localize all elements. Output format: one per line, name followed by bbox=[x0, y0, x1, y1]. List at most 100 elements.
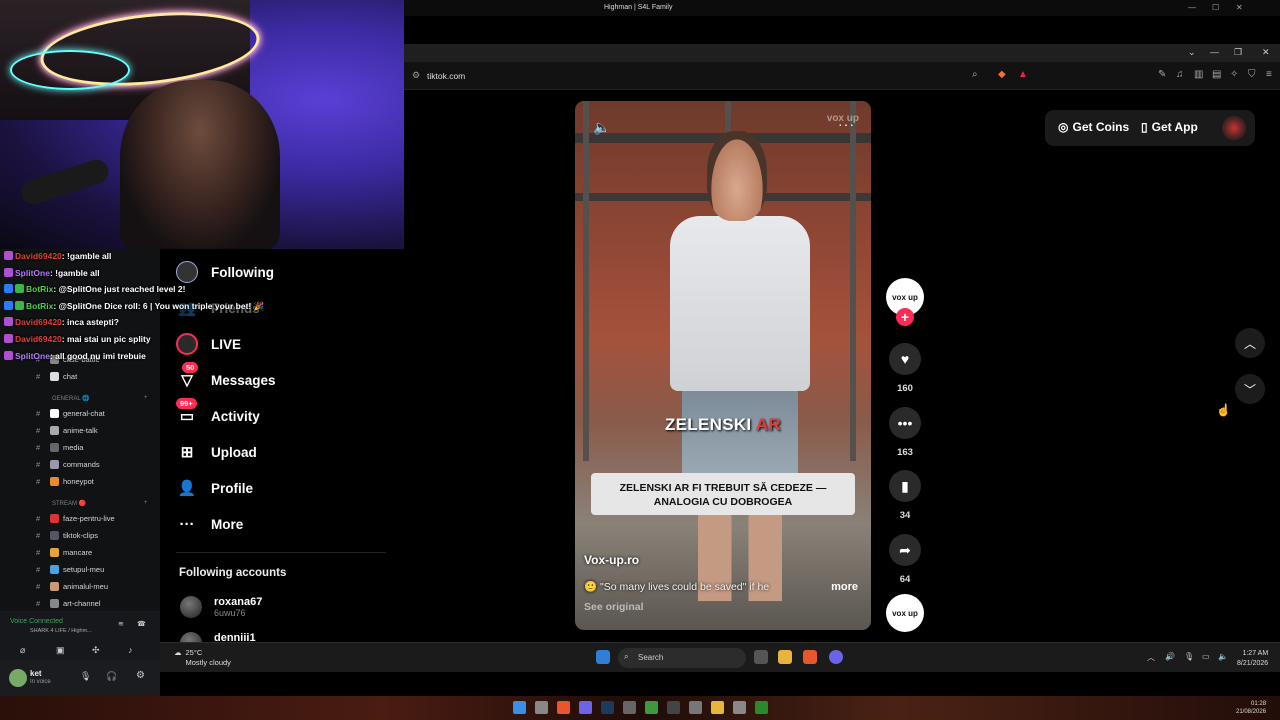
sidebar-icon[interactable]: ▥ bbox=[1194, 69, 1203, 80]
windows-start-icon[interactable] bbox=[513, 701, 526, 714]
profile-avatar[interactable] bbox=[1222, 116, 1246, 140]
file-explorer-icon[interactable] bbox=[711, 701, 724, 714]
following-account[interactable]: roxana67 6uwu76 bbox=[180, 596, 262, 618]
minimize-icon[interactable]: — bbox=[1210, 47, 1219, 57]
following-account[interactable]: denniii1 bbox=[180, 632, 256, 642]
screen-share-icon[interactable]: ▣ bbox=[56, 645, 65, 656]
discord-icon[interactable] bbox=[829, 650, 843, 664]
xbox-icon[interactable] bbox=[755, 701, 768, 714]
microphone-icon[interactable]: 🎙 bbox=[80, 671, 91, 682]
channel-animalul-meu[interactable]: # animalul-meu bbox=[36, 582, 108, 591]
share-arrow-icon[interactable]: ➦ bbox=[889, 534, 921, 566]
nav-more[interactable]: ··· More bbox=[176, 513, 244, 535]
brave-browser-icon[interactable] bbox=[803, 650, 817, 664]
nav-messages[interactable]: ▽ 50 Messages bbox=[176, 362, 276, 391]
network-icon[interactable]: ▭ bbox=[1202, 652, 1210, 661]
close-icon[interactable]: ✕ bbox=[1236, 3, 1243, 12]
clock[interactable]: 1:27 AM 8/21/2026 bbox=[1237, 649, 1268, 669]
get-app-button[interactable]: ▯ Get App bbox=[1141, 120, 1198, 134]
like-heart-icon[interactable]: ♥ bbox=[889, 343, 921, 375]
brave-shield-icon[interactable]: ◆ bbox=[998, 69, 1006, 80]
maximize-icon[interactable]: ☐ bbox=[1212, 3, 1219, 12]
speaker-icon[interactable]: 🔊 bbox=[1165, 652, 1175, 661]
video-author[interactable]: Vox-up.ro bbox=[584, 553, 639, 567]
get-coins-button[interactable]: ◎ Get Coins bbox=[1058, 120, 1129, 134]
settings-icon[interactable] bbox=[733, 701, 746, 714]
zoom-icon[interactable]: ⌕ bbox=[972, 69, 978, 80]
url-text[interactable]: tiktok.com bbox=[427, 71, 465, 81]
volume-icon[interactable]: 🔈 bbox=[1218, 652, 1228, 661]
channel-commands[interactable]: # commands bbox=[36, 460, 100, 469]
video-overlay-title: ZELENSKI AR bbox=[664, 415, 782, 434]
clock[interactable]: 01:28 21/08/2026 bbox=[1236, 700, 1266, 716]
nav-upload[interactable]: ⊞ Upload bbox=[176, 441, 257, 463]
windows-start-icon[interactable] bbox=[596, 650, 610, 664]
no-camera-icon[interactable]: ⌀ bbox=[20, 645, 25, 656]
category-stream[interactable]: STREAM 🔴 + bbox=[52, 500, 148, 507]
waveform-icon[interactable]: ≋ bbox=[118, 620, 124, 628]
channel-media[interactable]: # media bbox=[36, 443, 83, 452]
address-bar[interactable]: ⚙ tiktok.com ⌕ ◆ ▲ ✎ ♫ ▥ ▤ ✧ ⛉ ≡ bbox=[404, 62, 1280, 90]
next-video-chevron-down-icon[interactable]: ﹀ bbox=[1235, 374, 1265, 404]
channel-chat[interactable]: # chat bbox=[36, 372, 77, 381]
minecraft-icon[interactable] bbox=[645, 701, 658, 714]
channel-art-channel[interactable]: # art-channel bbox=[36, 599, 101, 608]
site-settings-icon[interactable]: ⚙ bbox=[412, 70, 420, 81]
nav-activity[interactable]: ▭ 99+ Activity bbox=[176, 398, 260, 427]
brave-rewards-icon[interactable]: ▲ bbox=[1018, 69, 1028, 80]
close-icon[interactable]: ✕ bbox=[1262, 47, 1270, 58]
share-count: 64 bbox=[899, 574, 911, 585]
app-icon[interactable] bbox=[623, 701, 636, 714]
menu-icon[interactable]: ≡ bbox=[1266, 69, 1272, 80]
channel-setupul-meu[interactable]: # setupul-meu bbox=[36, 565, 104, 574]
tray-chevron-up-icon[interactable]: ︿ bbox=[1147, 652, 1155, 663]
channel-honeypot[interactable]: # honeypot bbox=[36, 477, 94, 486]
file-explorer-icon[interactable] bbox=[778, 650, 792, 664]
more-link[interactable]: more bbox=[831, 581, 858, 593]
headphones-icon[interactable]: 🎧 bbox=[106, 671, 117, 682]
channel-mancare[interactable]: # mancare bbox=[36, 548, 92, 557]
category-general[interactable]: GENERAL 🌐 + bbox=[52, 395, 148, 402]
nav-profile[interactable]: 👤 Profile bbox=[176, 477, 253, 499]
media-icon[interactable]: ♫ bbox=[1176, 69, 1184, 80]
steam-icon[interactable] bbox=[601, 701, 614, 714]
channel-anime-talk[interactable]: # anime-talk bbox=[36, 426, 98, 435]
brave-browser-icon[interactable] bbox=[557, 701, 570, 714]
channel-general-chat[interactable]: # general-chat bbox=[36, 409, 105, 418]
avatar[interactable] bbox=[9, 669, 27, 687]
screen: Highman | S4L Family — ☐ ✕ # case-battle … bbox=[0, 0, 1280, 720]
app-icon[interactable] bbox=[689, 701, 702, 714]
video-player[interactable]: 🔈 vox up ··· ZELENSKI AR ZELENSKI AR FI … bbox=[575, 101, 871, 630]
chevron-down-icon[interactable]: ⌄ bbox=[1188, 47, 1196, 58]
task-view-icon[interactable] bbox=[754, 650, 768, 664]
more-options-icon[interactable]: ··· bbox=[838, 116, 855, 132]
wallet-icon[interactable]: ▤ bbox=[1212, 69, 1221, 80]
settings-gear-icon[interactable]: ⚙ bbox=[136, 670, 145, 681]
taskbar-search[interactable]: ⌕ Search bbox=[618, 648, 746, 668]
follow-plus-icon[interactable]: + bbox=[896, 308, 914, 326]
minimize-icon[interactable]: — bbox=[1188, 3, 1196, 12]
search-icon[interactable] bbox=[535, 701, 548, 714]
app-icon[interactable] bbox=[667, 701, 680, 714]
channel-faze-pentru-live[interactable]: # faze-pentru-live bbox=[36, 514, 115, 523]
comment-icon[interactable]: ••• bbox=[889, 407, 921, 439]
video-description: 🙂 "So many lives could be saved" if he bbox=[584, 581, 770, 593]
activities-icon[interactable]: ✣ bbox=[92, 645, 100, 656]
voice-channel[interactable]: SHARK 4 LIFE / Highm... bbox=[30, 628, 92, 634]
leo-icon[interactable]: ✧ bbox=[1230, 69, 1238, 80]
disconnect-icon[interactable]: ☎ bbox=[137, 620, 146, 628]
bookmark-icon[interactable]: ▮ bbox=[889, 470, 921, 502]
previous-video-chevron-up-icon[interactable]: ︿ bbox=[1235, 328, 1265, 358]
microphone-icon[interactable]: 🎙 bbox=[1184, 652, 1194, 661]
restore-icon[interactable]: ❐ bbox=[1234, 47, 1242, 58]
music-disc-avatar[interactable]: vox up bbox=[886, 594, 924, 632]
channel-tiktok-clips[interactable]: # tiktok-clips bbox=[36, 531, 98, 540]
extensions-icon[interactable]: ✎ bbox=[1158, 69, 1166, 80]
weather-widget[interactable]: ☁ 25°C Mostly cloudy bbox=[174, 648, 231, 668]
soundboard-icon[interactable]: ♪ bbox=[128, 645, 133, 655]
see-original-link[interactable]: See original bbox=[584, 601, 644, 613]
chat-message: David69420: !gamble all bbox=[4, 248, 304, 265]
discord-icon[interactable] bbox=[579, 701, 592, 714]
volume-icon[interactable]: 🔈 bbox=[593, 119, 610, 136]
vpn-icon[interactable]: ⛉ bbox=[1248, 69, 1256, 80]
